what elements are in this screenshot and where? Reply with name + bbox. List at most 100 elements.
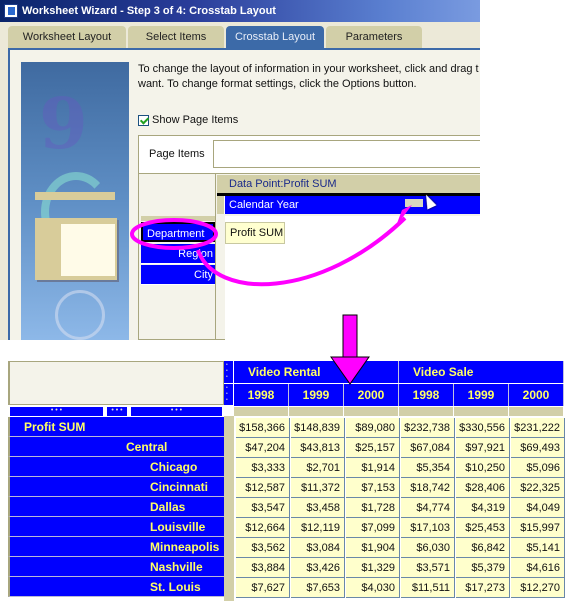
row-label[interactable]: Louisville	[8, 517, 224, 537]
year-header[interactable]: 2000	[344, 384, 399, 406]
data-cell: $232,738	[401, 418, 455, 438]
crosstab-result: • • • • • • • • • Video RentalVideo Sale…	[8, 361, 566, 601]
data-cell: $17,273	[456, 578, 510, 598]
tab-crosstab-layout[interactable]: Crosstab Layout	[226, 26, 324, 48]
column-spacer	[399, 407, 454, 416]
year-header[interactable]: 2000	[509, 384, 564, 406]
data-cell: $25,453	[456, 518, 510, 538]
magnifier-graphic	[55, 290, 105, 340]
row-item-region[interactable]: Region	[141, 244, 215, 264]
checkbox-checked-icon[interactable]	[138, 114, 149, 126]
data-cell: $148,839	[291, 418, 345, 438]
toolbar-graphic	[35, 192, 115, 200]
data-cell: $3,562	[236, 538, 290, 558]
crosstab-layout-editor: Page Items Data Point:Profit SUM Calenda…	[138, 135, 480, 340]
data-cell: $3,458	[291, 498, 345, 518]
column-group-header[interactable]: Video Sale	[399, 361, 564, 383]
data-cell: $1,914	[346, 458, 400, 478]
row-label[interactable]: Nashville	[8, 557, 224, 577]
year-header[interactable]: 1999	[289, 384, 344, 406]
instructions-text: To change the layout of information in y…	[138, 63, 479, 90]
data-cell: $1,728	[346, 498, 400, 518]
column-spacer	[234, 407, 289, 416]
drop-indicator	[405, 199, 423, 207]
data-cell: $5,141	[511, 538, 565, 558]
data-cell: $5,096	[511, 458, 565, 478]
year-header[interactable]: 1998	[234, 384, 289, 406]
data-cell: $69,493	[511, 438, 565, 458]
data-cell: $15,997	[511, 518, 565, 538]
data-cell: $7,099	[346, 518, 400, 538]
data-cell: $5,354	[401, 458, 455, 478]
data-cell: $10,250	[456, 458, 510, 478]
data-cell-profit-sum: Profit SUM	[225, 222, 285, 244]
data-cell: $4,774	[401, 498, 455, 518]
show-page-items-checkbox[interactable]: Show Page Items	[138, 114, 238, 126]
row-label[interactable]: Minneapolis	[8, 537, 224, 557]
year-header[interactable]: 1999	[454, 384, 509, 406]
row-handle-region[interactable]: • • •	[107, 407, 129, 416]
row-label[interactable]: Central	[8, 437, 224, 457]
data-cell: $47,204	[236, 438, 290, 458]
row-label[interactable]: Chicago	[8, 457, 224, 477]
data-cell: $6,842	[456, 538, 510, 558]
tab-parameters[interactable]: Parameters	[326, 26, 422, 48]
row-handle-department[interactable]: • • •	[10, 407, 105, 416]
data-cell: $6,030	[401, 538, 455, 558]
column-spacer	[289, 407, 344, 416]
row-label[interactable]: Profit SUM	[8, 417, 224, 437]
data-cell: $17,103	[401, 518, 455, 538]
data-cell: $12,119	[291, 518, 345, 538]
data-cell: $67,084	[401, 438, 455, 458]
title-bar: Worksheet Wizard - Step 3 of 4: Crosstab…	[0, 0, 480, 22]
data-cell: $5,379	[456, 558, 510, 578]
data-cell: $11,372	[291, 478, 345, 498]
column-group-header[interactable]: Video Rental	[234, 361, 399, 383]
data-cell: $4,030	[346, 578, 400, 598]
data-cell: $28,406	[456, 478, 510, 498]
data-cell: $1,904	[346, 538, 400, 558]
data-cell: $3,084	[291, 538, 345, 558]
data-cell: $4,616	[511, 558, 565, 578]
row-item-city[interactable]: City	[141, 265, 215, 285]
column-spacer	[344, 407, 399, 416]
data-cell: $1,329	[346, 558, 400, 578]
data-cell: $330,556	[456, 418, 510, 438]
tab-select-items[interactable]: Select Items	[128, 26, 224, 48]
page-items-area: Page Items	[139, 136, 480, 174]
data-cell: $3,426	[291, 558, 345, 578]
data-cell: $7,153	[346, 478, 400, 498]
row-handle-city[interactable]: • • •	[131, 407, 224, 416]
data-cell: $18,742	[401, 478, 455, 498]
page-items-label: Page Items	[149, 148, 205, 160]
row-label[interactable]: St. Louis	[8, 577, 224, 597]
column-item-handle[interactable]	[217, 196, 225, 214]
data-cell: $7,627	[236, 578, 290, 598]
page-items-drop-zone[interactable]	[213, 140, 480, 168]
wizard-tabs: Worksheet Layout Select Items Crosstab L…	[8, 26, 424, 48]
data-cell: $7,653	[291, 578, 345, 598]
data-cell: $3,571	[401, 558, 455, 578]
spreadsheet-graphic	[35, 218, 117, 280]
worksheet-wizard-dialog: Worksheet Wizard - Step 3 of 4: Crosstab…	[0, 0, 480, 340]
data-cell: $3,547	[236, 498, 290, 518]
year-header-handle[interactable]	[224, 384, 234, 405]
row-label[interactable]: Cincinnati	[8, 477, 224, 497]
data-cell: $4,049	[511, 498, 565, 518]
column-item-calendar-year[interactable]: Calendar Year	[217, 196, 480, 214]
data-cell: $25,157	[346, 438, 400, 458]
crosstab-corner	[8, 361, 224, 405]
group-header-handle[interactable]	[224, 361, 234, 383]
row-item-handles[interactable]	[141, 216, 215, 221]
row-gutter	[224, 416, 234, 601]
data-point-item[interactable]: Data Point:Profit SUM	[217, 175, 480, 193]
data-cell: $4,319	[456, 498, 510, 518]
data-cell: $231,222	[511, 418, 565, 438]
row-item-department[interactable]: Department	[141, 222, 215, 242]
year-header[interactable]: 1998	[399, 384, 454, 406]
row-label[interactable]: Dallas	[8, 497, 224, 517]
data-cell: $11,511	[401, 578, 455, 598]
tab-worksheet-layout[interactable]: Worksheet Layout	[8, 26, 126, 48]
show-page-items-label: Show Page Items	[152, 114, 239, 126]
data-cell: $3,333	[236, 458, 290, 478]
